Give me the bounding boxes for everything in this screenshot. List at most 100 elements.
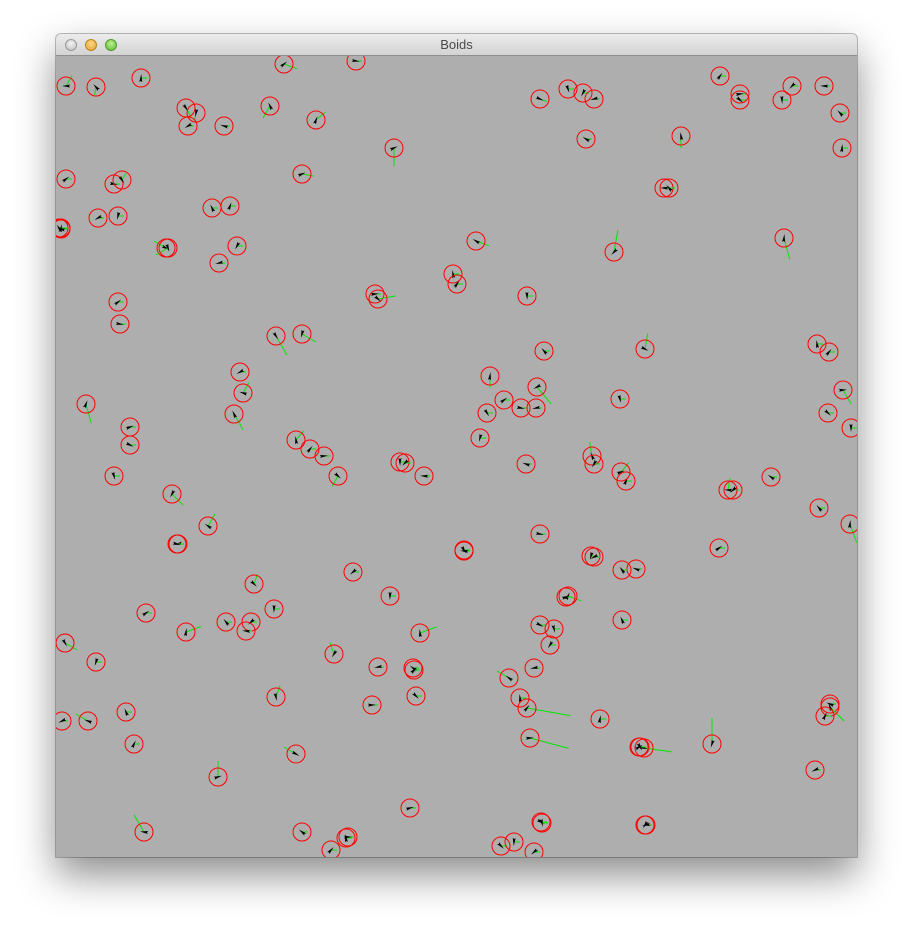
velocity-vector <box>253 574 258 585</box>
boid-arrow-icon <box>710 739 715 748</box>
boid <box>630 737 650 757</box>
boid <box>709 538 729 558</box>
boid <box>368 657 388 677</box>
boid <box>214 116 234 136</box>
velocity-vector <box>171 493 184 506</box>
boid <box>636 815 656 835</box>
boid <box>56 633 78 653</box>
boid <box>604 230 624 262</box>
velocity-vector <box>301 333 317 343</box>
boid-arrow-icon <box>62 84 70 88</box>
boid-arrow-icon <box>83 400 88 409</box>
boid <box>198 513 218 536</box>
boid <box>133 814 154 842</box>
boid <box>112 170 132 190</box>
boid <box>443 264 463 284</box>
boid <box>176 98 196 118</box>
boid <box>75 711 98 731</box>
boid <box>530 89 550 109</box>
title-bar[interactable]: Boids <box>56 34 857 56</box>
boid <box>671 126 691 148</box>
boid <box>532 813 552 833</box>
boid <box>491 836 511 856</box>
boid <box>108 206 128 226</box>
boid <box>504 832 524 852</box>
boid <box>108 292 128 312</box>
boid <box>86 77 106 97</box>
boid-arrow-icon <box>331 649 338 658</box>
boid-arrow-icon <box>660 186 669 190</box>
boid-arrow-icon <box>279 61 288 68</box>
boid <box>454 540 474 560</box>
boid <box>807 334 827 354</box>
boid <box>556 587 576 607</box>
boid-arrow-icon <box>680 132 684 141</box>
velocity-vector <box>329 642 335 655</box>
boid-arrow-icon <box>533 383 542 389</box>
boid-arrow-icon <box>140 830 149 834</box>
velocity-vector <box>121 172 127 181</box>
boid <box>635 333 655 359</box>
boid <box>292 164 314 184</box>
boid <box>230 362 250 382</box>
boid <box>56 711 72 731</box>
boid <box>400 798 420 818</box>
boid <box>162 484 184 506</box>
boid-arrow-icon <box>297 172 306 177</box>
boid <box>176 622 202 642</box>
boid <box>76 394 96 424</box>
boid <box>830 103 850 123</box>
boid <box>120 417 140 437</box>
velocity-vector <box>85 403 92 424</box>
boid <box>227 236 247 256</box>
boid <box>202 198 222 218</box>
boid-arrow-icon <box>472 238 481 245</box>
boid <box>466 231 490 251</box>
velocity-vector <box>529 737 569 749</box>
velocity-vector <box>301 173 314 177</box>
boid <box>558 586 582 606</box>
boid-arrow-icon <box>420 474 429 478</box>
boid <box>573 83 593 103</box>
boid <box>840 514 857 543</box>
boid <box>520 728 569 749</box>
boid <box>517 698 571 718</box>
boid <box>805 760 825 780</box>
boid-arrow-icon <box>505 675 514 682</box>
boid <box>406 686 426 706</box>
boid <box>343 562 363 582</box>
boid-arrow-icon <box>838 388 847 392</box>
boid <box>576 129 596 149</box>
boid <box>283 744 306 764</box>
boid <box>584 89 604 109</box>
boid <box>841 418 857 438</box>
boid <box>266 326 288 356</box>
boid-arrow-icon <box>220 124 229 129</box>
boid <box>110 314 130 334</box>
boid-arrow-icon <box>301 329 305 338</box>
boid <box>480 366 500 388</box>
boid <box>120 435 140 455</box>
boid-arrow-icon <box>272 331 279 340</box>
boid <box>338 827 358 847</box>
boid <box>260 96 280 119</box>
boids-canvas[interactable] <box>56 56 857 857</box>
velocity-vector <box>275 335 288 356</box>
boid <box>56 169 76 189</box>
boid-arrow-icon <box>632 567 641 572</box>
boid <box>209 253 229 273</box>
boid <box>314 446 334 466</box>
boid <box>233 382 253 403</box>
boid <box>517 286 537 306</box>
window-title: Boids <box>440 37 473 52</box>
boid <box>410 623 438 643</box>
boid <box>264 599 284 619</box>
boid <box>186 103 206 123</box>
boid-arrow-icon <box>532 405 541 409</box>
boid-arrow-icon <box>820 84 829 88</box>
boid <box>516 454 536 474</box>
boid <box>131 68 151 88</box>
perception-ring <box>840 514 857 534</box>
boid-arrow-icon <box>183 628 187 637</box>
boid-arrow-icon <box>215 260 224 264</box>
